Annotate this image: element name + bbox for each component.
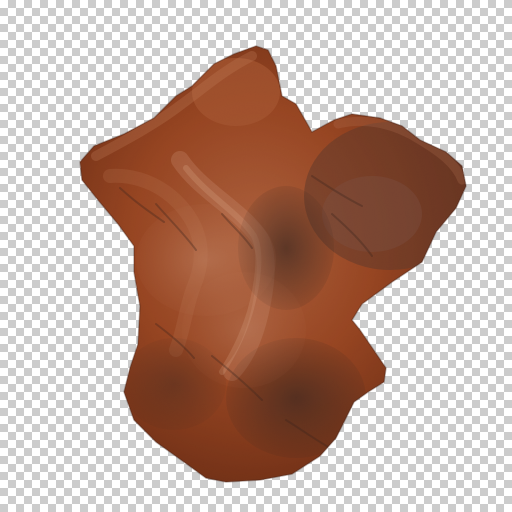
rock-image (79, 45, 467, 483)
transparency-checkerboard (0, 0, 512, 512)
